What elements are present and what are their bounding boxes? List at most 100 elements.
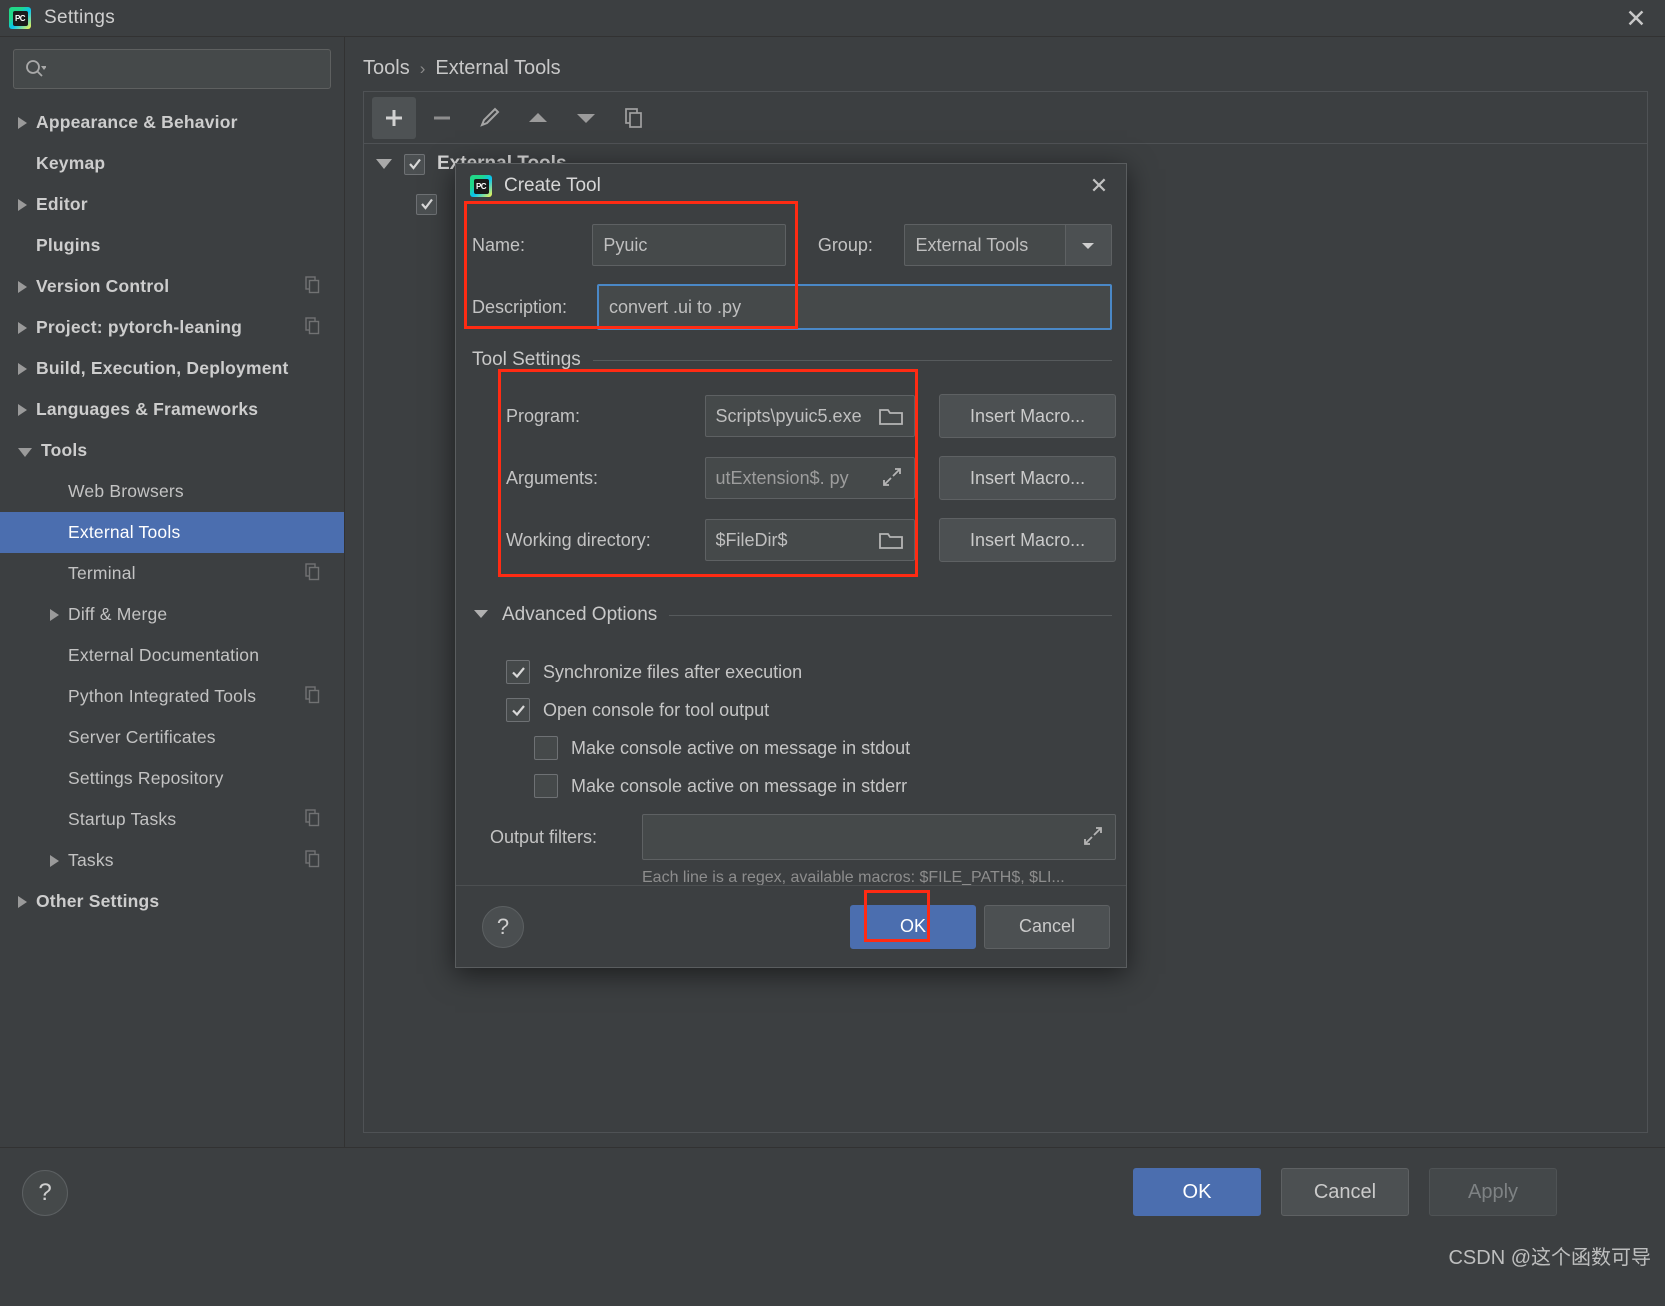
triangle-right-icon[interactable]: [18, 198, 27, 211]
workdir-input[interactable]: $FileDir$: [704, 519, 916, 561]
insert-macro-arguments-button[interactable]: Insert Macro...: [939, 456, 1117, 500]
sidebar-item-keymap[interactable]: Keymap: [0, 143, 344, 184]
ok-button[interactable]: OK: [1133, 1168, 1261, 1216]
arguments-input[interactable]: utExtension$. py: [704, 457, 916, 499]
sidebar-item-python-integrated-tools[interactable]: Python Integrated Tools: [0, 676, 344, 717]
checkbox-row[interactable]: Open console for tool output: [506, 698, 1116, 722]
triangle-right-icon[interactable]: [18, 321, 27, 334]
breadcrumb-parent[interactable]: Tools: [363, 57, 410, 80]
triangle-right-icon[interactable]: [18, 116, 27, 129]
folder-icon[interactable]: [878, 405, 904, 427]
checkbox-row[interactable]: Synchronize files after execution: [506, 660, 1116, 684]
checkbox-row[interactable]: Make console active on message in stdout: [534, 736, 1116, 760]
triangle-down-icon[interactable]: [18, 447, 32, 457]
arguments-label: Arguments:: [506, 467, 599, 488]
question-mark-icon[interactable]: ?: [22, 1170, 68, 1216]
triangle-right-icon[interactable]: [50, 608, 59, 621]
sidebar-item-diff-merge[interactable]: Diff & Merge: [0, 594, 344, 635]
sidebar-item-label: Tasks: [68, 850, 114, 870]
pencil-icon[interactable]: [468, 97, 512, 139]
sidebar-item-label: Appearance & Behavior: [36, 112, 238, 132]
sidebar-item-settings-repository[interactable]: Settings Repository: [0, 758, 344, 799]
name-label: Name:: [472, 234, 526, 255]
sidebar-item-build-execution-deployment[interactable]: Build, Execution, Deployment: [0, 348, 344, 389]
dialog-cancel-button[interactable]: Cancel: [984, 904, 1110, 949]
sidebar-item-other-settings[interactable]: Other Settings: [0, 881, 344, 922]
sidebar-item-label: Languages & Frameworks: [36, 399, 259, 419]
insert-macro-program-button[interactable]: Insert Macro...: [939, 394, 1117, 438]
copy-icon[interactable]: [303, 562, 322, 586]
sidebar-item-plugins[interactable]: Plugins: [0, 225, 344, 266]
window-title: Settings: [44, 7, 116, 28]
program-input[interactable]: Scripts\pyuic5.exe: [704, 395, 916, 437]
sidebar-item-external-documentation[interactable]: External Documentation: [0, 635, 344, 676]
sidebar-item-appearance-behavior[interactable]: Appearance & Behavior: [0, 102, 344, 143]
sidebar-item-external-tools[interactable]: External Tools: [0, 512, 344, 553]
child-checkbox[interactable]: [416, 193, 437, 215]
triangle-down-icon[interactable]: [472, 606, 490, 624]
cancel-button[interactable]: Cancel: [1281, 1168, 1409, 1216]
sidebar-item-label: Version Control: [36, 276, 170, 296]
external-tools-toolbar: [364, 92, 1647, 144]
sidebar-item-editor[interactable]: Editor: [0, 184, 344, 225]
copy-icon[interactable]: [303, 316, 322, 340]
triangle-right-icon[interactable]: [18, 403, 27, 416]
folder-icon[interactable]: [878, 529, 904, 551]
question-mark-icon[interactable]: ?: [482, 905, 524, 948]
sidebar-item-languages-frameworks[interactable]: Languages & Frameworks: [0, 389, 344, 430]
sidebar-item-server-certificates[interactable]: Server Certificates: [0, 717, 344, 758]
pycharm-icon: PC: [9, 7, 31, 29]
triangle-down-icon[interactable]: [376, 159, 392, 169]
dialog-footer: ? OK Cancel: [456, 885, 1126, 967]
triangle-right-icon[interactable]: [50, 854, 59, 867]
remove-button[interactable]: [420, 97, 464, 139]
output-filters-input[interactable]: [642, 814, 1116, 860]
sidebar-item-terminal[interactable]: Terminal: [0, 553, 344, 594]
checkbox-row[interactable]: Make console active on message in stderr: [534, 774, 1116, 798]
checkbox[interactable]: [534, 774, 558, 798]
pycharm-icon: PC: [470, 175, 492, 197]
arrow-up-icon[interactable]: [516, 97, 560, 139]
breadcrumb-current: External Tools: [435, 57, 561, 79]
copy-icon[interactable]: [612, 97, 656, 139]
search-input[interactable]: [52, 60, 320, 78]
arguments-row: Arguments: utExtension$. py Insert Macro…: [506, 456, 1117, 500]
sidebar-item-label: Settings Repository: [68, 768, 224, 788]
sidebar-item-label: Diff & Merge: [68, 604, 168, 624]
search-box[interactable]: [13, 49, 331, 89]
triangle-right-icon[interactable]: [18, 895, 27, 908]
arrow-down-icon[interactable]: [564, 97, 608, 139]
copy-icon[interactable]: [303, 275, 322, 299]
expand-icon[interactable]: [1081, 826, 1105, 848]
sidebar-item-project-pytorch-leaning[interactable]: Project: pytorch-leaning: [0, 307, 344, 348]
add-button[interactable]: [372, 96, 416, 139]
dialog-ok-button[interactable]: OK: [850, 904, 976, 949]
sidebar-item-version-control[interactable]: Version Control: [0, 266, 344, 307]
sidebar-item-tools[interactable]: Tools: [0, 430, 344, 471]
triangle-right-icon[interactable]: [18, 280, 27, 293]
settings-sidebar: Appearance & Behavior Keymap Editor Plugins…: [0, 37, 345, 1147]
tool-settings-group-header: Tool Settings: [472, 349, 1112, 371]
root-checkbox[interactable]: [404, 153, 425, 175]
sidebar-item-label: Build, Execution, Deployment: [36, 358, 289, 378]
triangle-right-icon[interactable]: [18, 362, 27, 375]
sidebar-item-web-browsers[interactable]: Web Browsers: [0, 471, 344, 512]
sidebar-item-tasks[interactable]: Tasks: [0, 840, 344, 881]
checkbox[interactable]: [506, 698, 530, 722]
checkbox[interactable]: [506, 660, 530, 684]
checkbox[interactable]: [534, 736, 558, 760]
close-icon[interactable]: ✕: [1621, 4, 1651, 34]
name-input[interactable]: Pyuic: [592, 224, 786, 266]
group-label: Group:: [817, 234, 873, 255]
copy-icon[interactable]: [303, 685, 322, 709]
close-icon[interactable]: ✕: [1084, 171, 1114, 201]
advanced-options-header[interactable]: Advanced Options: [472, 604, 1112, 626]
chevron-down-icon[interactable]: [1064, 225, 1111, 265]
group-combobox[interactable]: External Tools: [904, 224, 1112, 266]
description-input[interactable]: convert .ui to .py: [597, 284, 1112, 330]
insert-macro-workdir-button[interactable]: Insert Macro...: [939, 518, 1117, 562]
sidebar-item-startup-tasks[interactable]: Startup Tasks: [0, 799, 344, 840]
expand-icon[interactable]: [880, 467, 904, 489]
copy-icon[interactable]: [303, 808, 322, 832]
copy-icon[interactable]: [303, 849, 322, 873]
